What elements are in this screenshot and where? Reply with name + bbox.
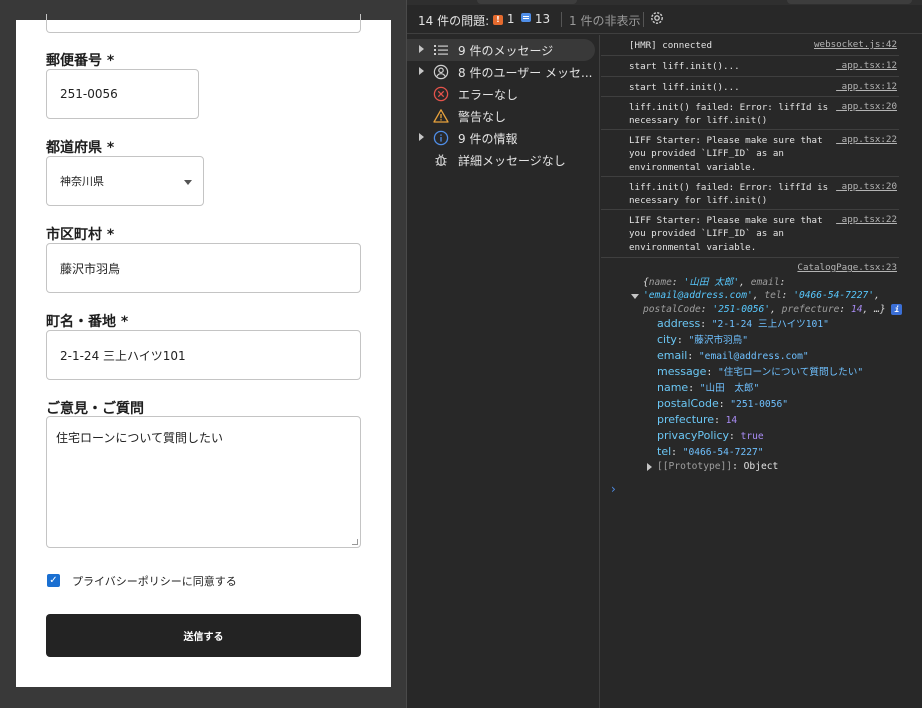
user-icon [433, 64, 449, 80]
info-icon [433, 130, 449, 146]
issues-info-badge[interactable]: 13 [521, 12, 550, 26]
info-badge-icon[interactable]: i [891, 303, 903, 315]
sidebar-item-label: 9 件の情報 [458, 132, 518, 146]
object-property: name: "山田 太郎" [657, 381, 760, 394]
console-log-entry: [HMR] connected websocket.js:42 [601, 35, 899, 56]
console-output: [HMR] connected websocket.js:42 start li… [601, 35, 922, 708]
checkmark-icon: ✓ [49, 574, 58, 586]
chevron-right-icon [419, 133, 424, 141]
console-prompt[interactable]: › [611, 482, 616, 496]
chevron-right-icon [419, 45, 424, 53]
object-property: email: "email@address.com" [657, 349, 809, 362]
privacy-checkbox-label[interactable]: プライバシーポリシーに同意する [72, 573, 237, 589]
sidebar-item-warnings[interactable]: 警告なし [407, 105, 599, 127]
log-source-link[interactable]: _app.tsx:20 [836, 181, 897, 192]
console-log-entry: start liff.init()... _app.tsx:12 [601, 77, 899, 97]
log-source-link[interactable]: CatalogPage.tsx:23 [797, 262, 897, 273]
log-source-link[interactable]: _app.tsx:12 [836, 60, 897, 71]
console-log-entry: liff.init() failed: Error: liffId is nec… [601, 177, 899, 210]
sidebar-item-errors[interactable]: エラーなし [407, 83, 599, 105]
object-property: prefecture: 14 [657, 413, 738, 426]
warning-icon [433, 108, 449, 124]
sidebar-item-label: 警告なし [458, 110, 507, 124]
console-log-entry: liff.init() failed: Error: liffId is nec… [601, 97, 899, 130]
privacy-checkbox[interactable]: ✓ [47, 574, 60, 587]
message-label: ご意見・ご質問 [46, 401, 144, 417]
city-label: 市区町村 * [46, 227, 115, 243]
log-source-link[interactable]: _app.tsx:12 [836, 81, 897, 92]
prefecture-label: 都道府県 * [46, 140, 115, 156]
object-preview[interactable]: {name: '山田 太郎', email: 'email@address.co… [643, 276, 903, 316]
log-message: liff.init() failed: Error: liffId is nec… [629, 102, 834, 127]
console-sidebar: 9 件のメッセージ 8 件のユーザー メッセ... エラーなし 警告なし 9 件… [407, 35, 600, 708]
bug-icon [433, 152, 449, 168]
object-property: tel: "0466-54-7227" [657, 445, 764, 458]
sidebar-item-info[interactable]: 9 件の情報 [407, 127, 599, 149]
log-message: start liff.init()... [629, 82, 740, 93]
sidebar-item-label: 9 件のメッセージ [458, 44, 554, 58]
sidebar-item-user-messages[interactable]: 8 件のユーザー メッセ... [407, 61, 599, 83]
triangle-down-icon[interactable] [631, 294, 639, 299]
issues-title: 14 件の問題: [418, 14, 490, 28]
resize-grip-icon[interactable] [352, 539, 358, 545]
issues-bar: 14 件の問題: ! 1 13 1 件の非表示 [407, 5, 922, 34]
log-message: [HMR] connected [629, 40, 712, 51]
object-property: message: "住宅ローンについて質問したい" [657, 365, 864, 378]
devtools-tab[interactable] [787, 0, 912, 4]
divider [643, 12, 644, 27]
console-log-entry: start liff.init()... _app.tsx:12 [601, 56, 899, 77]
address-input[interactable]: 2-1-24 三上ハイツ101 [46, 330, 361, 380]
console-log-entry: LIFF Starter: Please make sure that you … [601, 130, 899, 177]
app-preview-pane: 郵便番号 * 251-0056 都道府県 * 神奈川県 市区町村 * 藤沢市羽鳥… [0, 0, 406, 708]
postal-code-input[interactable]: 251-0056 [46, 69, 199, 119]
log-source-link[interactable]: _app.tsx:22 [836, 214, 897, 225]
message-textarea[interactable]: 住宅ローンについて質問したい [46, 416, 361, 548]
contact-form: 郵便番号 * 251-0056 都道府県 * 神奈川県 市区町村 * 藤沢市羽鳥… [16, 14, 391, 687]
object-property: city: "藤沢市羽鳥" [657, 333, 749, 346]
sidebar-item-label: エラーなし [458, 88, 519, 102]
sidebar-item-label: 詳細メッセージなし [458, 154, 566, 168]
prefecture-selected-value: 神奈川県 [60, 175, 104, 188]
object-property: postalCode: "251-0056" [657, 397, 789, 410]
info-count: 13 [534, 12, 551, 26]
log-source-link[interactable]: _app.tsx:22 [836, 134, 897, 145]
divider [561, 12, 562, 27]
object-prototype[interactable]: [[Prototype]]: Object [657, 460, 778, 473]
previous-field-input[interactable] [46, 14, 361, 33]
chevron-right-icon [419, 67, 424, 75]
issues-warning-badge[interactable]: ! 1 [493, 12, 514, 26]
warning-count: 1 [506, 12, 515, 26]
devtools-tab[interactable] [477, 0, 577, 4]
city-input[interactable]: 藤沢市羽鳥 [46, 243, 361, 293]
sidebar-item-messages[interactable]: 9 件のメッセージ [407, 39, 595, 61]
triangle-right-icon[interactable] [647, 463, 652, 471]
log-message: LIFF Starter: Please make sure that you … [629, 215, 829, 253]
prefecture-select[interactable]: 神奈川県 [46, 156, 204, 206]
postal-code-label: 郵便番号 * [46, 53, 115, 69]
object-property: privacyPolicy: true [657, 429, 764, 442]
sidebar-item-verbose[interactable]: 詳細メッセージなし [407, 149, 599, 171]
error-icon [433, 86, 449, 102]
submit-button[interactable]: 送信する [46, 614, 361, 657]
console-log-entry: LIFF Starter: Please make sure that you … [601, 210, 899, 258]
log-source-link[interactable]: websocket.js:42 [814, 39, 897, 50]
log-message: LIFF Starter: Please make sure that you … [629, 135, 829, 173]
hidden-issues[interactable]: 1 件の非表示 [569, 12, 640, 29]
message-text: 住宅ローンについて質問したい [56, 431, 224, 445]
list-icon [433, 42, 449, 58]
log-message: start liff.init()... [629, 61, 740, 72]
log-source-link[interactable]: _app.tsx:20 [836, 101, 897, 112]
devtools-panel: 14 件の問題: ! 1 13 1 件の非表示 9 件のメッセージ 8 件のユー… [406, 0, 922, 708]
address-label: 町名・番地 * [46, 314, 129, 330]
chevron-down-icon [184, 180, 192, 185]
warning-flag-icon: ! [493, 15, 503, 25]
log-message: liff.init() failed: Error: liffId is nec… [629, 182, 834, 207]
info-message-icon [521, 13, 531, 22]
sidebar-item-label: 8 件のユーザー メッセ... [458, 66, 593, 80]
object-property: address: "2-1-24 三上ハイツ101" [657, 317, 829, 330]
gear-icon[interactable] [649, 10, 665, 29]
